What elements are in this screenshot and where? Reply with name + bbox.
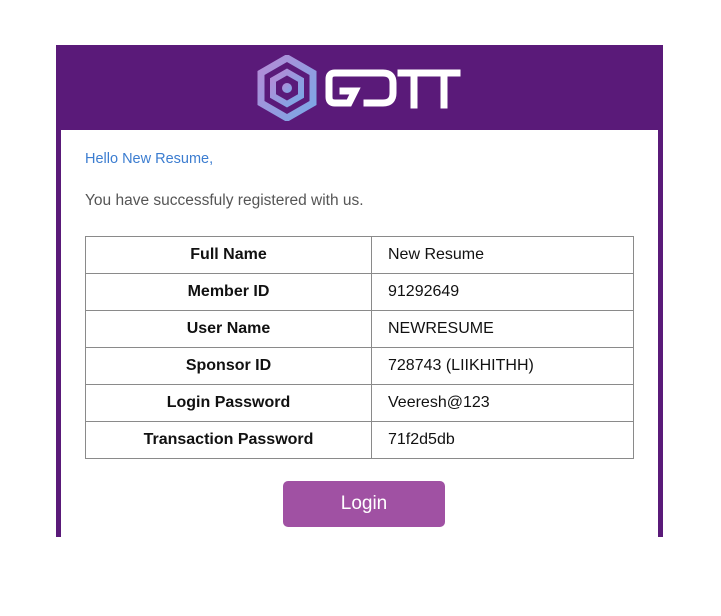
detail-label: Login Password xyxy=(85,384,372,422)
detail-label: User Name xyxy=(85,310,372,348)
detail-value: New Resume xyxy=(371,236,634,274)
email-frame: Hello New Resume, You have successfuly r… xyxy=(56,45,663,537)
table-row: Full Name New Resume xyxy=(85,236,634,274)
message-card: Hello New Resume, You have successfuly r… xyxy=(61,130,658,537)
email-header xyxy=(56,45,663,130)
table-row: Member ID 91292649 xyxy=(85,273,634,311)
detail-label: Member ID xyxy=(85,273,372,311)
detail-value: 728743 (LIIKHITHH) xyxy=(371,347,634,385)
login-button[interactable]: Login xyxy=(283,481,445,527)
table-row: Sponsor ID 728743 (LIIKHITHH) xyxy=(85,347,634,385)
hexagon-logo-icon xyxy=(257,54,316,121)
table-row: Login Password Veeresh@123 xyxy=(85,384,634,422)
table-row: User Name NEWRESUME xyxy=(85,310,634,348)
brand-logo xyxy=(257,54,463,121)
registration-details-table: Full Name New Resume Member ID 91292649 … xyxy=(85,236,634,459)
detail-value: 71f2d5db xyxy=(371,421,634,459)
detail-label: Full Name xyxy=(85,236,372,274)
greeting-text: Hello New Resume, xyxy=(85,151,214,167)
detail-value: Veeresh@123 xyxy=(371,384,634,422)
detail-label: Sponsor ID xyxy=(85,347,372,385)
detail-value: 91292649 xyxy=(371,273,634,311)
detail-label: Transaction Password xyxy=(85,421,372,459)
detail-value: NEWRESUME xyxy=(371,310,634,348)
table-row: Transaction Password 71f2d5db xyxy=(85,421,634,459)
intro-text: You have successfuly registered with us. xyxy=(85,192,364,209)
logo-wordmark xyxy=(325,69,460,108)
